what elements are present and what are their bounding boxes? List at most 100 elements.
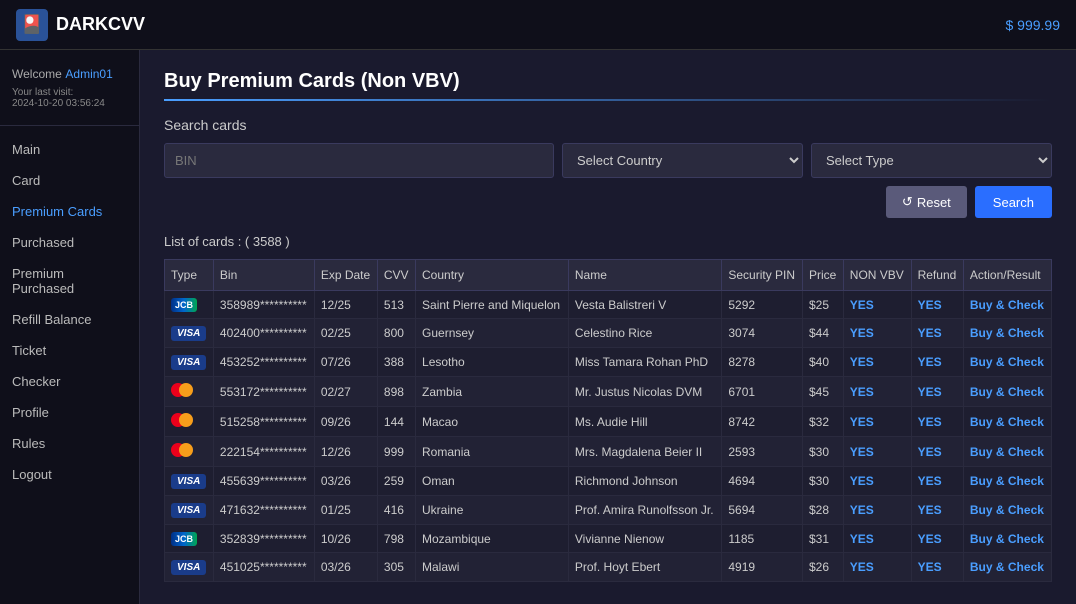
- sidebar-item-rules[interactable]: Rules: [0, 428, 139, 459]
- jcb-logo: JCB: [171, 298, 197, 312]
- cell-country: Ukraine: [416, 496, 569, 525]
- cards-table: TypeBinExp DateCVVCountryNameSecurity PI…: [164, 259, 1052, 582]
- table-row: 553172**********02/27898ZambiaMr. Justus…: [165, 377, 1052, 407]
- balance-display: $ 999.99: [1006, 17, 1061, 33]
- cell-security-pin: 2593: [722, 437, 803, 467]
- buy-check-button[interactable]: Buy & Check: [970, 355, 1044, 369]
- cell-bin: 352839**********: [213, 525, 314, 553]
- cell-bin: 515258**********: [213, 407, 314, 437]
- buy-check-button[interactable]: Buy & Check: [970, 503, 1044, 517]
- cell-security-pin: 6701: [722, 377, 803, 407]
- navbar: 🎴 DARKCVV $ 999.99: [0, 0, 1076, 50]
- sidebar-item-premium-cards[interactable]: Premium Cards: [0, 196, 139, 227]
- cell-bin: 222154**********: [213, 437, 314, 467]
- cell-country: Guernsey: [416, 319, 569, 348]
- list-info: List of cards : ( 3588 ): [164, 234, 1052, 249]
- cell-bin: 453252**********: [213, 348, 314, 377]
- cell-cvv: 259: [377, 467, 415, 496]
- sidebar-last-visit: Your last visit: 2024-10-20 03:56:24: [12, 87, 127, 109]
- nonvbv-badge: YES: [850, 385, 874, 399]
- search-button[interactable]: Search: [975, 186, 1052, 218]
- cell-price: $31: [802, 525, 843, 553]
- sidebar-nav: MainCardPremium CardsPurchasedPremium Pu…: [0, 134, 139, 490]
- sidebar-item-premium-purchased[interactable]: Premium Purchased: [0, 258, 139, 304]
- country-select[interactable]: Select Country: [562, 143, 803, 178]
- col-header-cvv: CVV: [377, 260, 415, 291]
- card-type-cell: VISA: [165, 553, 214, 582]
- sidebar-item-profile[interactable]: Profile: [0, 397, 139, 428]
- sidebar-item-checker[interactable]: Checker: [0, 366, 139, 397]
- cell-name: Mrs. Magdalena Beier II: [568, 437, 722, 467]
- buy-check-button[interactable]: Buy & Check: [970, 385, 1044, 399]
- table-row: VISA402400**********02/25800GuernseyCele…: [165, 319, 1052, 348]
- mc-logo: [171, 413, 193, 427]
- sidebar-item-purchased[interactable]: Purchased: [0, 227, 139, 258]
- col-header-security-pin: Security PIN: [722, 260, 803, 291]
- table-row: VISA471632**********01/25416UkraineProf.…: [165, 496, 1052, 525]
- table-header: TypeBinExp DateCVVCountryNameSecurity PI…: [165, 260, 1052, 291]
- table-row: VISA455639**********03/26259OmanRichmond…: [165, 467, 1052, 496]
- sidebar-username: Admin01: [65, 67, 112, 81]
- cell-exp-date: 12/25: [314, 291, 377, 319]
- cell-exp-date: 03/26: [314, 553, 377, 582]
- cell-bin: 553172**********: [213, 377, 314, 407]
- page-title: Buy Premium Cards (Non VBV): [164, 70, 1052, 93]
- sidebar-welcome: Welcome Admin01: [12, 66, 127, 81]
- refund-badge: YES: [918, 474, 942, 488]
- mc-circle-right: [179, 443, 193, 457]
- cell-name: Richmond Johnson: [568, 467, 722, 496]
- cell-name: Vesta Balistreri V: [568, 291, 722, 319]
- jcb-logo: JCB: [171, 532, 197, 546]
- cell-country: Lesotho: [416, 348, 569, 377]
- reset-icon: ↺: [902, 194, 913, 210]
- refund-badge: YES: [918, 355, 942, 369]
- sidebar-item-logout[interactable]: Logout: [0, 459, 139, 490]
- cell-name: Miss Tamara Rohan PhD: [568, 348, 722, 377]
- refund-badge: YES: [918, 532, 942, 546]
- buy-check-button[interactable]: Buy & Check: [970, 298, 1044, 312]
- nonvbv-badge: YES: [850, 355, 874, 369]
- search-row: Select Country Select Type: [164, 143, 1052, 178]
- cell-name: Mr. Justus Nicolas DVM: [568, 377, 722, 407]
- sidebar-item-main[interactable]: Main: [0, 134, 139, 165]
- cell-security-pin: 1185: [722, 525, 803, 553]
- cell-name: Prof. Hoyt Ebert: [568, 553, 722, 582]
- visa-logo: VISA: [171, 326, 206, 341]
- cell-cvv: 798: [377, 525, 415, 553]
- sidebar-user-info: Welcome Admin01 Your last visit: 2024-10…: [0, 66, 139, 126]
- visa-logo: VISA: [171, 355, 206, 370]
- type-select[interactable]: Select Type: [811, 143, 1052, 178]
- cell-exp-date: 03/26: [314, 467, 377, 496]
- cell-security-pin: 8278: [722, 348, 803, 377]
- cell-security-pin: 3074: [722, 319, 803, 348]
- bin-input[interactable]: [164, 143, 554, 178]
- reset-button[interactable]: ↺ Reset: [886, 186, 967, 218]
- buy-check-button[interactable]: Buy & Check: [970, 445, 1044, 459]
- search-buttons: ↺ Reset Search: [164, 186, 1052, 218]
- buy-check-button[interactable]: Buy & Check: [970, 474, 1044, 488]
- buy-check-button[interactable]: Buy & Check: [970, 415, 1044, 429]
- layout: Welcome Admin01 Your last visit: 2024-10…: [0, 50, 1076, 604]
- sidebar-item-refill-balance[interactable]: Refill Balance: [0, 304, 139, 335]
- cell-country: Mozambique: [416, 525, 569, 553]
- nonvbv-badge: YES: [850, 560, 874, 574]
- cell-name: Ms. Audie Hill: [568, 407, 722, 437]
- refund-badge: YES: [918, 560, 942, 574]
- page-title-underline: [164, 99, 1052, 101]
- cell-price: $25: [802, 291, 843, 319]
- main-content: Buy Premium Cards (Non VBV) Search cards…: [140, 50, 1076, 604]
- nonvbv-badge: YES: [850, 326, 874, 340]
- cell-bin: 402400**********: [213, 319, 314, 348]
- buy-check-button[interactable]: Buy & Check: [970, 560, 1044, 574]
- nonvbv-badge: YES: [850, 445, 874, 459]
- logo-icon: 🎴: [16, 9, 48, 41]
- col-header-type: Type: [165, 260, 214, 291]
- buy-check-button[interactable]: Buy & Check: [970, 532, 1044, 546]
- buy-check-button[interactable]: Buy & Check: [970, 326, 1044, 340]
- card-type-cell: [165, 407, 214, 437]
- sidebar-item-card[interactable]: Card: [0, 165, 139, 196]
- card-type-cell: [165, 437, 214, 467]
- cell-security-pin: 4694: [722, 467, 803, 496]
- sidebar-item-ticket[interactable]: Ticket: [0, 335, 139, 366]
- table-row: JCB352839**********10/26798MozambiqueViv…: [165, 525, 1052, 553]
